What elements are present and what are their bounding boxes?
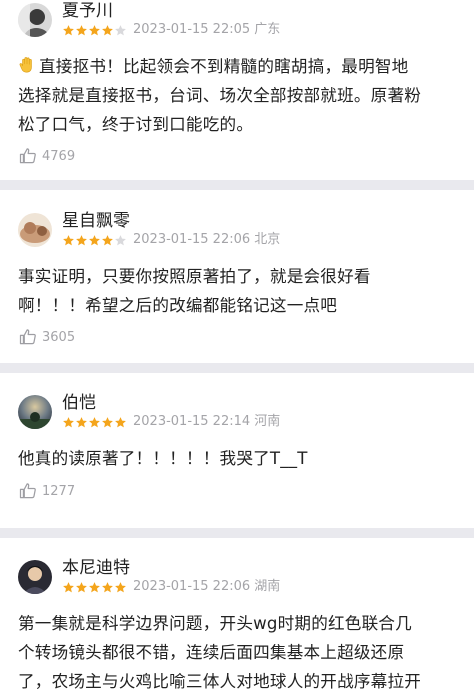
avatar[interactable] (18, 212, 52, 247)
star-filled-icon (89, 24, 100, 35)
review-card: 夏予川 2023-01-15 22:05 广东 直接抠书！比起领会不到精髓的瞎胡… (0, 0, 474, 180)
star-filled-icon (102, 234, 113, 245)
reviewer-name[interactable]: 本尼迪特 (62, 558, 280, 578)
star-filled-icon (115, 416, 126, 427)
star-filled-icon (76, 581, 87, 592)
thumbs-up-icon[interactable] (18, 327, 38, 347)
review-date: 2023-01-15 22:06 北京 (133, 232, 281, 247)
review-date: 2023-01-15 22:05 广东 (133, 22, 281, 37)
reviewer-name[interactable]: 伯恺 (62, 393, 280, 413)
star-filled-icon (76, 416, 87, 427)
avatar[interactable] (18, 559, 52, 594)
like-count: 4769 (42, 148, 76, 164)
review-card: 伯恺 2023-01-15 22:14 河南 他真的读原著了！！！！！我哭了T_… (0, 373, 474, 528)
review-feed: 夏予川 2023-01-15 22:05 广东 直接抠书！比起领会不到精髓的瞎胡… (0, 0, 474, 693)
star-filled-icon (63, 24, 74, 35)
waving-hand-emoji (19, 57, 32, 73)
review-date: 2023-01-15 22:14 河南 (133, 414, 281, 429)
rating-stars (62, 581, 127, 594)
rating-stars (62, 416, 127, 429)
review-card: 本尼迪特 2023-01-15 22:06 湖南 第一集就是科学边界问题，开头w… (0, 538, 474, 693)
star-filled-icon (102, 416, 113, 427)
star-filled-icon (115, 581, 126, 592)
star-filled-icon (102, 581, 113, 592)
star-filled-icon (89, 234, 100, 245)
star-filled-icon (76, 24, 87, 35)
star-empty-icon (115, 24, 126, 35)
reviewer-name[interactable]: 星自飘零 (62, 211, 280, 231)
thumbs-up-icon[interactable] (18, 481, 38, 501)
star-filled-icon (63, 234, 74, 245)
thumbs-up-icon[interactable] (18, 146, 38, 166)
like-count: 1277 (42, 483, 76, 499)
review-text: 他真的读原著了！！！！！我哭了T__T (18, 449, 308, 468)
star-filled-icon (89, 581, 100, 592)
review-text: 第一集就是科学边界问题，开头wg时期的红色联合几 个转场镜头都很不错，连续后面四… (18, 614, 422, 691)
reviewer-name[interactable]: 夏予川 (62, 1, 280, 21)
star-filled-icon (63, 581, 74, 592)
avatar[interactable] (18, 394, 52, 429)
rating-stars (62, 234, 127, 247)
avatar[interactable] (18, 2, 52, 37)
review-date: 2023-01-15 22:06 湖南 (133, 579, 281, 594)
star-filled-icon (63, 416, 74, 427)
rating-stars (62, 24, 127, 37)
review-card: 星自飘零 2023-01-15 22:06 北京 事实证明，只要你按照原著拍了，… (0, 190, 474, 363)
review-text: 事实证明，只要你按照原著拍了，就是会很好看 啊！！！希望之后的改编都能铭记这一点… (18, 267, 371, 315)
like-count: 3605 (42, 329, 76, 345)
review-text: 直接抠书！比起领会不到精髓的瞎胡搞，最明智地 选择就是直接抠书，台词、场次全部按… (18, 57, 422, 134)
star-filled-icon (76, 234, 87, 245)
star-filled-icon (102, 24, 113, 35)
star-filled-icon (89, 416, 100, 427)
star-empty-icon (115, 234, 126, 245)
